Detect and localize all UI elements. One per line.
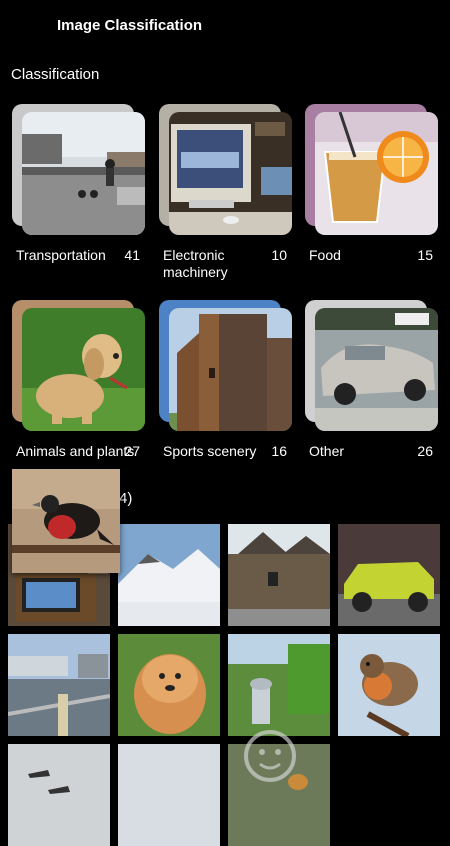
- photo-thumbnail[interactable]: [118, 744, 220, 846]
- drag-preview-photo[interactable]: [12, 469, 120, 573]
- album-name: Other: [309, 443, 345, 459]
- photo-thumbnail[interactable]: [228, 524, 330, 626]
- album-sports-scenery[interactable]: Sports scenery 16: [159, 300, 292, 470]
- album-cover: [22, 112, 145, 235]
- second-section-count: 4): [119, 490, 133, 507]
- album-transportation[interactable]: Transportation 41: [12, 104, 145, 274]
- album-name: Transportation: [16, 247, 106, 263]
- album-cover: [169, 112, 292, 235]
- album-name: Food: [309, 247, 341, 263]
- album-count: 10: [271, 247, 287, 263]
- photo-thumbnail[interactable]: [118, 634, 220, 736]
- album-cover: [169, 308, 292, 431]
- section-title: Classification: [11, 66, 100, 83]
- photo-thumbnail[interactable]: [338, 524, 440, 626]
- photo-thumbnail[interactable]: [8, 744, 110, 846]
- album-other[interactable]: Other 26: [305, 300, 438, 470]
- album-name: Sports scenery: [163, 443, 257, 459]
- album-count: 26: [417, 443, 433, 459]
- photo-thumbnail[interactable]: [8, 634, 110, 736]
- album-food[interactable]: Food 15: [305, 104, 438, 274]
- watermark-logo: [240, 716, 440, 800]
- album-cover: [315, 112, 438, 235]
- album-count: 41: [124, 247, 140, 263]
- album-animals-and-plants[interactable]: Animals and plants 27: [12, 300, 145, 470]
- album-count: 15: [417, 247, 433, 263]
- album-electronic-machinery[interactable]: Electronic machinery 10: [159, 104, 292, 284]
- album-count: 16: [271, 443, 287, 459]
- album-count: 27: [124, 443, 140, 459]
- album-cover: [315, 308, 438, 431]
- app-title: Image Classification: [57, 17, 203, 34]
- photo-thumbnail[interactable]: [118, 524, 220, 626]
- album-cover: [22, 308, 145, 431]
- album-name: Electronic machinery: [163, 247, 228, 280]
